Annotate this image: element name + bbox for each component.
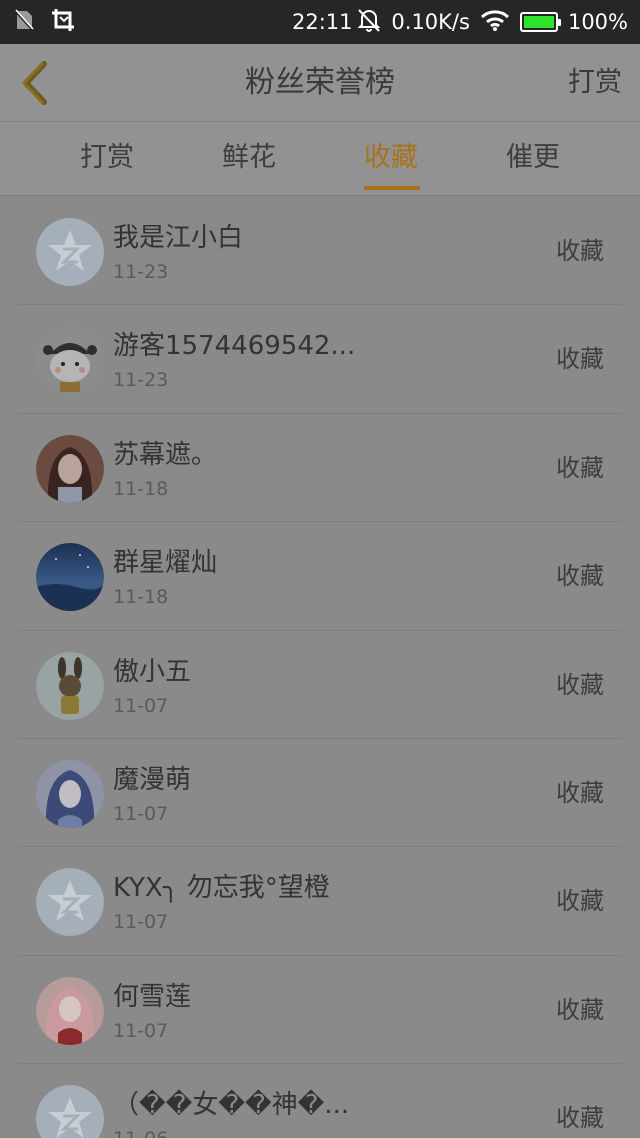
battery-percent: 100%	[567, 10, 628, 34]
list-item-action: 收藏	[556, 237, 604, 265]
list-item-name: 游客1574469542...	[113, 331, 356, 362]
list-item[interactable]: 魔漫萌 11-07 收藏	[18, 739, 622, 848]
rabbit-avatar	[36, 651, 104, 720]
anime-avatar	[36, 759, 104, 828]
list-item-action: 收藏	[556, 670, 604, 699]
list-item-name: 何雪莲	[113, 981, 192, 1012]
list-item[interactable]: 群星燿灿 11-18 收藏	[18, 522, 622, 631]
network-speed: 0.10K/s	[391, 10, 470, 34]
list-item-name: 我是江小白	[113, 223, 244, 253]
list-item-date: 11-18	[113, 586, 169, 609]
list-item-name: 魔漫萌	[113, 764, 192, 795]
default-avatar-icon	[36, 218, 104, 286]
list-item-action: 收藏	[556, 562, 604, 591]
tab-urge-update[interactable]: 催更	[496, 122, 570, 196]
list-item[interactable]: 苏幕遮。 11-18 收藏	[18, 414, 622, 523]
default-avatar-icon	[36, 868, 104, 937]
page-title: 粉丝荣誉榜	[245, 65, 395, 100]
list-item-date: 11-06	[113, 1128, 168, 1138]
list-item-date: 11-07	[113, 911, 169, 934]
list-item-name: KYX╮ 勿忘我°望橙	[113, 873, 330, 904]
list-item-action: 收藏	[556, 453, 604, 482]
list-item[interactable]: 何雪莲 11-07 收藏	[18, 956, 622, 1065]
status-bar: 22:11 0.10K/s 100%	[0, 0, 640, 44]
list-item-action: 收藏	[556, 995, 604, 1024]
app-header: 粉丝荣誉榜 打赏	[0, 44, 640, 122]
battery-icon	[519, 12, 561, 32]
reward-button[interactable]: 打赏	[568, 44, 622, 122]
list-item-name: （��女��神�...	[113, 1090, 350, 1121]
tab-reward[interactable]: 打赏	[70, 122, 144, 196]
list-item-action: 收藏	[556, 778, 604, 807]
list-item-date: 11-07	[113, 802, 169, 825]
tab-bar: 打赏 鲜花 收藏 催更	[0, 122, 640, 196]
list-item-name: 群星燿灿	[113, 548, 218, 579]
fan-list: 我是江小白 11-23 收藏 游客1574469542... 11-23 收藏 …	[18, 197, 622, 1138]
active-tab-indicator	[364, 186, 420, 190]
no-sim-icon	[12, 8, 36, 36]
bell-muted-icon	[357, 7, 381, 38]
default-avatar-icon	[36, 1085, 104, 1138]
anime-girl-avatar	[36, 976, 104, 1045]
night-sky-avatar	[36, 543, 104, 612]
list-item-date: 11-07	[113, 694, 169, 717]
list-item[interactable]: KYX╮ 勿忘我°望橙 11-07 收藏	[18, 847, 622, 956]
tab-favorites[interactable]: 收藏	[354, 122, 428, 196]
list-item[interactable]: 我是江小白 11-23 收藏	[18, 197, 622, 306]
list-item[interactable]: 傲小五 11-07 收藏	[18, 631, 622, 739]
list-item-date: 11-23	[113, 261, 169, 283]
list-item-date: 11-23	[113, 369, 169, 392]
list-item[interactable]: 游客1574469542... 11-23 收藏	[18, 305, 622, 414]
portrait-avatar	[36, 434, 104, 503]
list-item-action: 收藏	[556, 887, 604, 916]
list-item-name: 傲小五	[113, 656, 192, 687]
tab-flowers[interactable]: 鲜花	[212, 122, 286, 196]
list-item[interactable]: （��女��神�... 11-06 收藏	[18, 1064, 622, 1138]
list-item-action: 收藏	[556, 1104, 604, 1133]
battery-level-fill	[523, 16, 554, 28]
list-item-date: 11-18	[113, 477, 169, 500]
list-item-name: 苏幕遮。	[113, 439, 218, 470]
status-time: 22:11	[292, 10, 353, 34]
list-item-action: 收藏	[556, 345, 604, 374]
cartoon-avatar	[36, 326, 104, 395]
wifi-icon	[480, 8, 510, 37]
list-item-date: 11-07	[113, 1019, 169, 1042]
screenshot-crop-icon	[50, 7, 76, 37]
